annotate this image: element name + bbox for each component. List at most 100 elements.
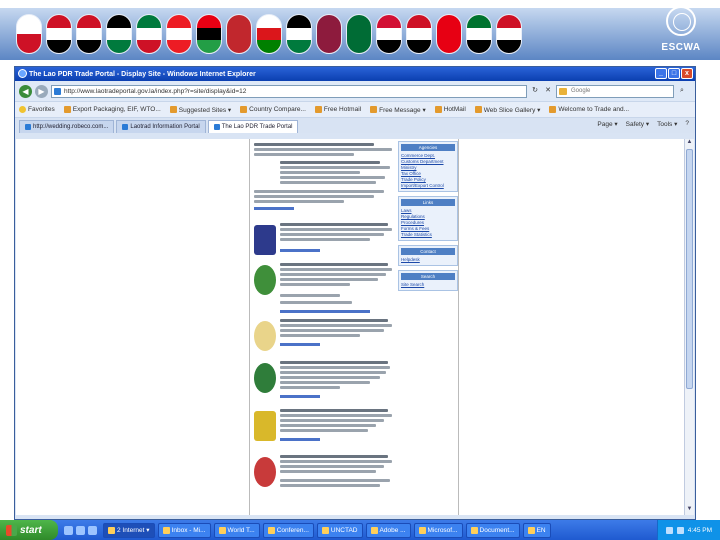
command-0[interactable]: Page ▾ xyxy=(597,120,617,128)
search-icon[interactable]: ⌕ xyxy=(677,86,687,96)
address-bar[interactable]: http://www.laotradeportal.gov.la/index.p… xyxy=(51,84,527,98)
favorite-label: Welcome to Trade and... xyxy=(558,106,630,113)
forward-button[interactable]: ▶ xyxy=(35,84,48,98)
search-input[interactable]: Google xyxy=(556,84,674,98)
sidebar-link[interactable]: Import/Export Control xyxy=(401,183,455,189)
flag-egypt-icon xyxy=(46,14,72,54)
favorite-item[interactable]: HotMail xyxy=(434,106,466,113)
vertical-scrollbar[interactable]: ▲ ▼ xyxy=(684,139,694,515)
taskbar-button[interactable]: Microsof... xyxy=(413,522,463,538)
taskbar-label: UNCTAD xyxy=(330,526,358,534)
section-finance xyxy=(254,409,394,443)
flag-tunisia-icon xyxy=(436,14,462,54)
task-buttons: 2 Internet ▾ Inbox - Mi... World T... Confe… xyxy=(103,522,554,538)
system-tray: 4:45 PM xyxy=(656,520,720,540)
page-icon xyxy=(25,124,31,130)
scroll-up-icon[interactable]: ▲ xyxy=(685,139,694,148)
sidebar-link[interactable]: Site Search xyxy=(401,282,455,288)
favorite-label: Country Compare... xyxy=(249,106,306,113)
browser-tab[interactable]: Laotrad Information Portal xyxy=(116,120,206,133)
taskbar-button[interactable]: 2 Internet ▾ xyxy=(103,522,155,538)
sidebar-box: Search Site Search xyxy=(398,270,458,291)
taskbar-label: Document... xyxy=(479,526,515,534)
quicklaunch-desktop-icon[interactable] xyxy=(76,525,85,535)
favorite-item[interactable]: Country Compare... xyxy=(240,106,306,113)
escwa-label: ESCWA xyxy=(661,42,701,53)
close-button[interactable]: x xyxy=(681,68,693,79)
favorite-item[interactable]: Web Slice Gallery ▾ xyxy=(474,106,541,114)
favorite-item[interactable]: Export Packaging, EIF, WTO... xyxy=(63,106,161,113)
back-button[interactable]: ◀ xyxy=(19,84,32,98)
sidebar-box-title: Links xyxy=(401,199,455,206)
scroll-thumb[interactable] xyxy=(686,149,693,389)
favorite-item[interactable]: Free Message ▾ xyxy=(370,106,426,114)
taskbar-label: Adobe ... xyxy=(379,526,406,534)
favorite-label: Suggested Sites ▾ xyxy=(178,106,232,114)
command-2[interactable]: Tools ▾ xyxy=(657,120,677,128)
favorite-label: Favorites xyxy=(28,106,55,113)
start-button[interactable]: start xyxy=(0,520,58,540)
flag-bahrain-icon xyxy=(16,14,42,54)
volume-icon[interactable] xyxy=(676,526,684,534)
browser-window: The Lao PDR Trade Portal - Display Site … xyxy=(14,66,696,520)
escwa-logo: ESCWA xyxy=(650,4,712,62)
taskbar-button[interactable]: UNCTAD xyxy=(316,522,363,538)
taskbar-button[interactable]: Conferen... xyxy=(262,522,314,538)
flag-jordan-icon xyxy=(106,14,132,54)
sidebar-box-title: Contact xyxy=(401,248,455,255)
minimize-button[interactable]: _ xyxy=(655,68,667,79)
sidebar-box-title: Agencies xyxy=(401,144,455,151)
browser-tab[interactable]: http://wedding.robeco.com... xyxy=(19,120,115,133)
taskbar-label: World T... xyxy=(227,526,255,534)
favorite-item[interactable]: Favorites xyxy=(19,106,55,113)
flag-morocco-icon xyxy=(226,14,252,54)
favorite-page-icon xyxy=(549,106,557,113)
taskbar-label: Microsof... xyxy=(427,526,458,534)
favorite-item[interactable]: Welcome to Trade and... xyxy=(549,106,629,113)
taskbar-label: EN xyxy=(536,526,546,534)
taskbar-button[interactable]: Inbox - Mi... xyxy=(157,522,211,538)
sidebar-box-title: Search xyxy=(401,273,455,280)
page-icon xyxy=(122,124,129,130)
taskbar-button[interactable]: World T... xyxy=(213,522,260,538)
section-agriculture xyxy=(254,263,394,315)
scroll-down-icon[interactable]: ▼ xyxy=(685,506,694,515)
health-emblem-icon xyxy=(254,321,276,351)
command-3[interactable]: ? xyxy=(685,120,689,128)
customs-emblem-icon xyxy=(254,225,276,255)
favorite-item[interactable]: Suggested Sites ▾ xyxy=(169,106,232,114)
favorite-page-icon xyxy=(240,106,248,113)
window-title: The Lao PDR Trade Portal - Display Site … xyxy=(29,70,256,78)
industry-emblem-icon xyxy=(254,363,276,393)
page-sidebar: Agencies Commerce Dept. Customs Department… xyxy=(398,141,458,295)
page-icon xyxy=(213,124,220,130)
app-icon xyxy=(218,526,226,534)
favorite-page-icon xyxy=(434,106,442,113)
taskbar-button[interactable]: EN xyxy=(522,522,551,538)
sidebar-link[interactable]: Helpdesk xyxy=(401,257,455,263)
clock: 4:45 PM xyxy=(687,526,712,534)
taskbar-button[interactable]: Adobe ... xyxy=(365,522,411,538)
window-titlebar[interactable]: The Lao PDR Trade Portal - Display Site … xyxy=(15,67,695,81)
taskbar-label: Inbox - Mi... xyxy=(171,526,206,534)
page-viewport[interactable]: Agencies Commerce Dept. Customs Department… xyxy=(16,139,685,515)
section-national-assembly xyxy=(254,455,394,489)
taskbar-label: Conferen... xyxy=(276,526,309,534)
favorite-label: Web Slice Gallery ▾ xyxy=(483,106,541,114)
app-icon xyxy=(321,526,329,534)
app-icon xyxy=(527,526,535,534)
taskbar: start 2 Internet ▾ Inbox - Mi... World T..… xyxy=(0,520,720,540)
quicklaunch-ie-icon[interactable] xyxy=(64,525,73,535)
stop-icon[interactable]: ✕ xyxy=(543,86,553,96)
network-icon[interactable] xyxy=(665,526,673,534)
flag-lebanon-icon xyxy=(166,14,192,54)
maximize-button[interactable]: □ xyxy=(668,68,680,79)
taskbar-button[interactable]: Document... xyxy=(465,522,520,538)
sidebar-link[interactable]: Trade Statistics xyxy=(401,232,455,238)
favorite-item[interactable]: Free Hotmail xyxy=(314,106,361,113)
address-toolbar: ◀ ▶ http://www.laotradeportal.gov.la/ind… xyxy=(15,81,695,101)
refresh-icon[interactable]: ↻ xyxy=(530,86,540,96)
command-1[interactable]: Safety ▾ xyxy=(626,120,650,128)
quicklaunch-outlook-icon[interactable] xyxy=(88,525,97,535)
browser-tab[interactable]: The Lao PDR Trade Portal xyxy=(207,120,299,133)
